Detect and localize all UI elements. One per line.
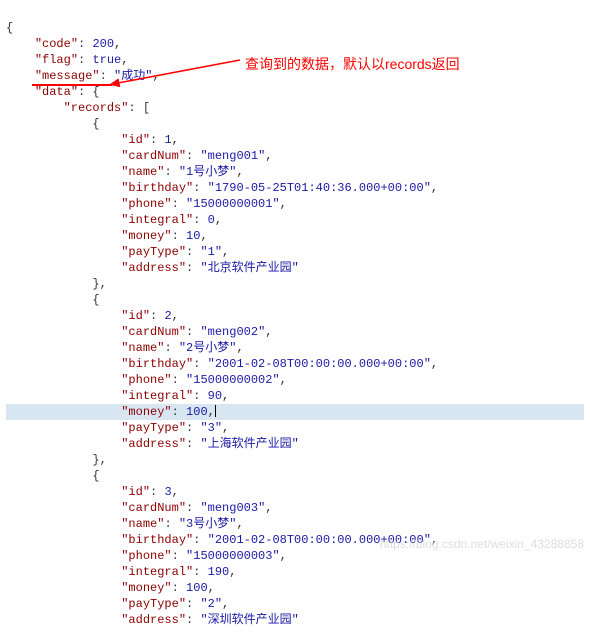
field-message-value: 成功 [121, 69, 145, 83]
text-cursor [215, 405, 216, 417]
records-key: "records" [64, 101, 129, 115]
annotation-text: 查询到的数据，默认以records返回 [245, 56, 460, 72]
records-underline-highlight [32, 84, 112, 86]
watermark-text: https://blog.csdn.net/weixin_43288858 [380, 536, 584, 552]
field-code-value: 200 [92, 37, 114, 51]
field-flag-value: true [92, 53, 121, 67]
